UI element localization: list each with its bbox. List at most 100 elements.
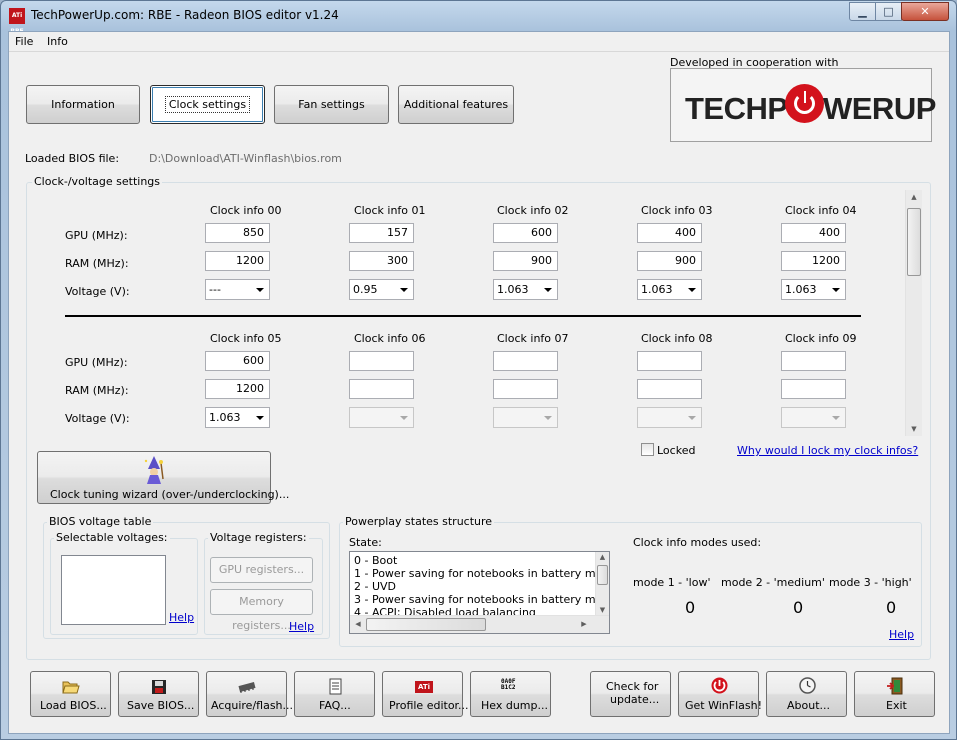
scroll-down-icon[interactable]: ▼ [596, 606, 609, 614]
gpu-clock-input[interactable] [781, 351, 846, 371]
mode-label: mode 1 - 'low' [633, 576, 711, 589]
check-update-label-1: Check for [606, 680, 659, 693]
gpu-clock-input[interactable] [637, 351, 702, 371]
registers-help-link[interactable]: Help [289, 620, 314, 633]
gpu-label-top: GPU (MHz): [65, 229, 128, 242]
mode-value: 0 [886, 598, 897, 617]
techpowerup-logo[interactable]: TECHP WERUP [670, 68, 936, 142]
power-icon [711, 677, 728, 694]
ram-clock-input[interactable]: 1200 [781, 251, 846, 271]
voltage-select[interactable]: 1.063 [493, 279, 558, 300]
menu-info[interactable]: Info [47, 35, 68, 48]
faq-button[interactable]: FAQ... [294, 671, 375, 717]
states-hscrollbar[interactable]: ◀ ▶ [350, 615, 609, 633]
powerplay-help-link[interactable]: Help [889, 628, 914, 641]
gpu-clock-input[interactable]: 157 [349, 223, 414, 243]
chevron-down-icon [688, 288, 696, 292]
voltage-select[interactable]: 1.063 [781, 279, 846, 300]
voltage-select[interactable] [781, 407, 846, 428]
mode-label: mode 3 - 'high' [829, 576, 912, 589]
list-item[interactable]: 0 - Boot [354, 554, 397, 567]
tab-clock-settings-label: Clock settings [164, 96, 251, 113]
acquire-flash-button[interactable]: Acquire/flash... [206, 671, 293, 717]
scroll-up-icon[interactable]: ▲ [596, 553, 609, 561]
voltage-select[interactable]: --- [205, 279, 270, 300]
ram-clock-input[interactable]: 900 [637, 251, 702, 271]
gpu-clock-input[interactable]: 400 [781, 223, 846, 243]
tab-information[interactable]: Information [26, 85, 140, 124]
save-bios-button[interactable]: Save BIOS... [118, 671, 199, 717]
powerplay-states-list[interactable]: 0 - Boot 1 - Power saving for notebooks … [349, 551, 610, 634]
list-item[interactable]: 2 - UVD [354, 580, 396, 593]
ram-clock-input[interactable]: 1200 [205, 379, 270, 399]
chevron-down-icon [400, 288, 408, 292]
check-update-button[interactable]: Check for update... [590, 671, 671, 717]
ram-clock-input[interactable] [493, 379, 558, 399]
minimize-button[interactable]: ▁ [849, 2, 876, 21]
clock-scrollbar[interactable]: ▲ ▼ [905, 190, 922, 436]
gpu-clock-input[interactable] [349, 351, 414, 371]
voltage-select[interactable]: 0.95 [349, 279, 414, 300]
tab-clock-settings[interactable]: Clock settings [150, 85, 265, 124]
load-bios-label: Load BIOS... [40, 699, 107, 712]
gpu-clock-input[interactable]: 850 [205, 223, 270, 243]
about-button[interactable]: About... [766, 671, 847, 717]
selectable-voltages-title: Selectable voltages: [54, 531, 170, 544]
mode-value: 0 [793, 598, 804, 617]
scroll-left-icon[interactable]: ◀ [353, 620, 363, 628]
gpu-registers-button[interactable]: GPU registers... [210, 557, 313, 583]
clock-info-header: Clock info 01 [354, 204, 426, 217]
ram-clock-input[interactable] [349, 379, 414, 399]
ram-clock-input[interactable]: 900 [493, 251, 558, 271]
gpu-clock-input[interactable] [493, 351, 558, 371]
scroll-thumb[interactable] [907, 208, 921, 276]
locked-checkbox[interactable] [641, 443, 654, 456]
voltage-value: 1.063 [785, 283, 817, 296]
gpu-clock-input[interactable]: 600 [205, 351, 270, 371]
scroll-right-icon[interactable]: ▶ [579, 620, 589, 628]
ram-clock-input[interactable]: 300 [349, 251, 414, 271]
exit-button[interactable]: Exit [854, 671, 935, 717]
voltage-value: 1.063 [209, 411, 241, 424]
list-item[interactable]: 3 - Power saving for notebooks in batter… [354, 593, 609, 606]
lock-help-link[interactable]: Why would I lock my clock infos? [737, 444, 918, 457]
scroll-thumb[interactable] [597, 565, 608, 585]
clock-info-header: Clock info 07 [497, 332, 569, 345]
acquire-flash-label: Acquire/flash... [211, 699, 294, 712]
folder-open-icon [62, 681, 80, 694]
voltage-select[interactable]: 1.063 [205, 407, 270, 428]
states-vscrollbar[interactable]: ▲ ▼ [595, 552, 609, 615]
list-item[interactable]: 1 - Power saving for notebooks in batter… [354, 567, 609, 580]
profile-editor-button[interactable]: ATi Profile editor... [382, 671, 469, 717]
selectable-voltages-list[interactable] [61, 555, 166, 625]
load-bios-button[interactable]: Load BIOS... [30, 671, 111, 717]
ram-clock-input[interactable] [637, 379, 702, 399]
gpu-clock-input[interactable]: 400 [637, 223, 702, 243]
mode-value: 0 [685, 598, 696, 617]
voltage-select[interactable] [493, 407, 558, 428]
ram-clock-input[interactable]: 1200 [205, 251, 270, 271]
chevron-down-icon [832, 416, 840, 420]
client-area: File Info Information Clock settings Fan… [8, 31, 950, 734]
menu-file[interactable]: File [15, 35, 33, 48]
voltage-help-link[interactable]: Help [169, 611, 194, 624]
maximize-button[interactable]: □ [875, 2, 902, 21]
gpu-clock-input[interactable]: 600 [493, 223, 558, 243]
tab-fan-settings[interactable]: Fan settings [274, 85, 389, 124]
memory-registers-button[interactable]: Memory registers... [210, 589, 313, 632]
close-button[interactable]: ✕ [901, 2, 949, 21]
tab-additional-features[interactable]: Additional features [398, 85, 514, 124]
scroll-up-icon[interactable]: ▲ [906, 193, 922, 201]
clock-tuning-wizard-button[interactable]: Clock tuning wizard (over-/underclocking… [37, 451, 289, 504]
clock-info-header: Clock info 04 [785, 204, 857, 217]
title-bar[interactable]: ATi RBE TechPowerUp.com: RBE - Radeon BI… [1, 1, 956, 35]
voltage-select[interactable] [349, 407, 414, 428]
ram-clock-input[interactable] [781, 379, 846, 399]
voltage-select[interactable]: 1.063 [637, 279, 702, 300]
scroll-thumb[interactable] [366, 618, 486, 631]
get-winflash-button[interactable]: Get WinFlash! [678, 671, 762, 717]
hex-dump-button[interactable]: 0A0F B1C2 Hex dump... [470, 671, 551, 717]
scroll-down-icon[interactable]: ▼ [906, 425, 922, 433]
voltage-select[interactable] [637, 407, 702, 428]
bios-voltage-title: BIOS voltage table [47, 515, 154, 528]
